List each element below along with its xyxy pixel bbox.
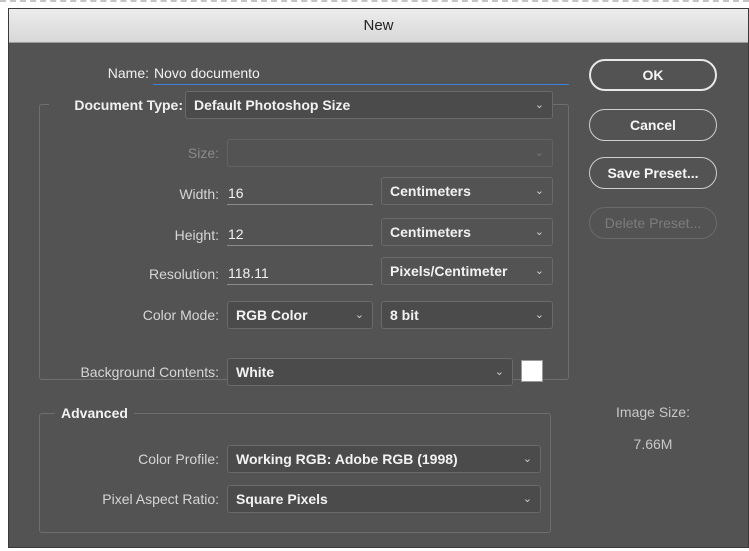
height-unit-value: Centimeters xyxy=(390,224,471,240)
width-unit-value: Centimeters xyxy=(390,183,471,199)
height-label: Height: xyxy=(174,227,219,243)
dialog-titlebar: New xyxy=(9,9,748,43)
color-profile-value: Working RGB: Adobe RGB (1998) xyxy=(236,451,458,467)
save-preset-button[interactable]: Save Preset... xyxy=(589,157,717,189)
color-mode-dropdown[interactable]: RGB Color ⌄ xyxy=(227,301,373,329)
cancel-button[interactable]: Cancel xyxy=(589,109,717,141)
background-contents-dropdown[interactable]: White ⌄ xyxy=(227,358,513,386)
name-label: Name: xyxy=(107,65,149,81)
document-type-dropdown[interactable]: Default Photoshop Size ⌄ xyxy=(185,91,553,119)
resolution-field[interactable]: 118.11 xyxy=(227,261,373,285)
ok-button[interactable]: OK xyxy=(589,59,717,91)
color-profile-dropdown[interactable]: Working RGB: Adobe RGB (1998) ⌄ xyxy=(227,445,541,473)
advanced-title: Advanced xyxy=(55,405,134,421)
screen-edge xyxy=(0,0,749,2)
size-dropdown: ⌄ xyxy=(227,139,553,167)
chevron-down-icon: ⌄ xyxy=(354,309,364,321)
bit-depth-dropdown[interactable]: 8 bit ⌄ xyxy=(381,301,553,329)
chevron-down-icon: ⌄ xyxy=(534,185,544,197)
advanced-group xyxy=(39,413,551,533)
image-size-value: 7.66M xyxy=(633,436,673,452)
size-label: Size: xyxy=(187,145,219,161)
height-field[interactable]: 12 xyxy=(227,222,373,246)
pixel-aspect-ratio-value: Square Pixels xyxy=(236,491,328,507)
delete-preset-button: Delete Preset... xyxy=(589,207,717,239)
background-contents-value: White xyxy=(236,364,275,380)
resolution-unit-value: Pixels/Centimeter xyxy=(390,263,508,279)
resolution-unit-dropdown[interactable]: Pixels/Centimeter ⌄ xyxy=(381,257,553,285)
width-label: Width: xyxy=(179,186,219,202)
color-mode-value: RGB Color xyxy=(236,307,308,323)
chevron-down-icon: ⌄ xyxy=(534,99,544,111)
height-unit-dropdown[interactable]: Centimeters ⌄ xyxy=(381,218,553,246)
new-document-dialog: New Name: Novo documento Document Type: … xyxy=(8,8,749,548)
color-profile-label: Color Profile: xyxy=(138,451,219,467)
chevron-down-icon: ⌄ xyxy=(534,147,544,159)
pixel-aspect-ratio-label: Pixel Aspect Ratio: xyxy=(102,491,219,507)
chevron-down-icon: ⌄ xyxy=(534,265,544,277)
document-type-label: Document Type: xyxy=(49,97,187,113)
chevron-down-icon: ⌄ xyxy=(522,493,532,505)
chevron-down-icon: ⌄ xyxy=(494,366,504,378)
chevron-down-icon: ⌄ xyxy=(522,453,532,465)
width-field[interactable]: 16 xyxy=(227,181,373,205)
dialog-title: New xyxy=(363,17,394,34)
chevron-down-icon: ⌄ xyxy=(534,309,544,321)
document-type-value: Default Photoshop Size xyxy=(194,97,351,113)
background-contents-label: Background Contents: xyxy=(80,364,219,380)
resolution-label: Resolution: xyxy=(148,266,219,282)
image-size-label: Image Size: xyxy=(616,404,690,420)
chevron-down-icon: ⌄ xyxy=(534,226,544,238)
pixel-aspect-ratio-dropdown[interactable]: Square Pixels ⌄ xyxy=(227,485,541,513)
color-mode-label: Color Mode: xyxy=(142,307,219,323)
bit-depth-value: 8 bit xyxy=(390,307,419,323)
background-color-swatch[interactable] xyxy=(521,360,543,382)
width-unit-dropdown[interactable]: Centimeters ⌄ xyxy=(381,177,553,205)
name-field[interactable]: Novo documento xyxy=(153,61,569,85)
